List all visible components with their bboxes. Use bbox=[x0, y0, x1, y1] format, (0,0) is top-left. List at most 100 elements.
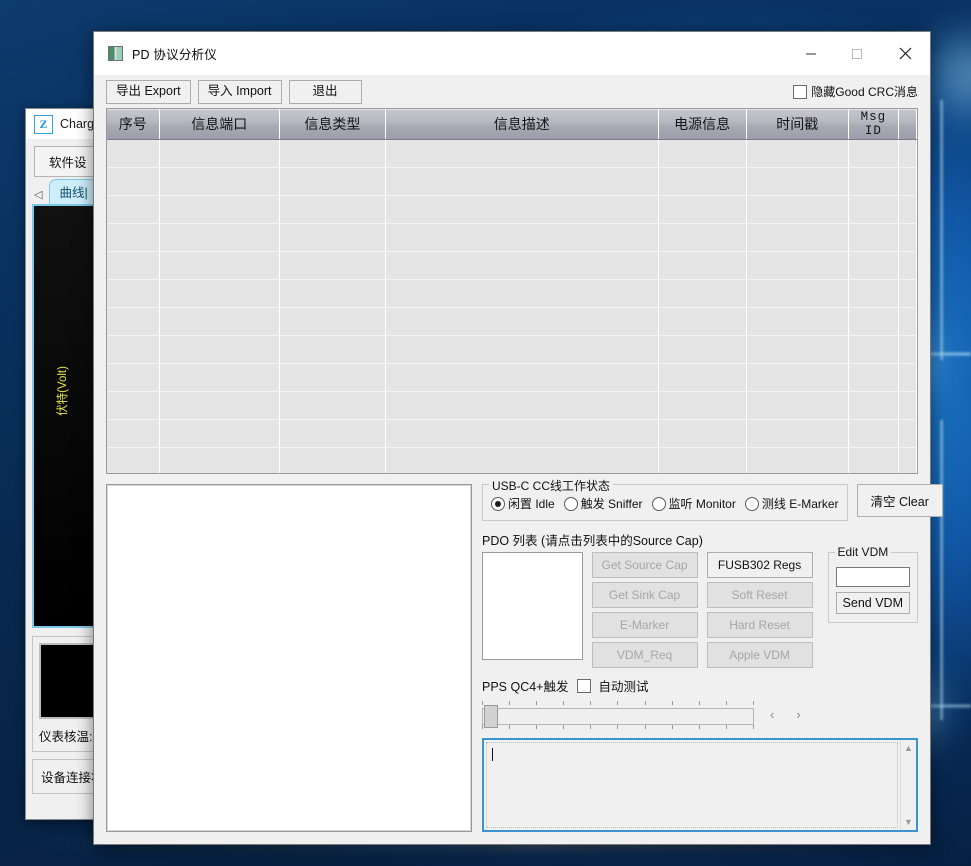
slider-tick bbox=[509, 701, 510, 705]
cc-mode-radio-option[interactable]: 测线 E-Marker bbox=[745, 495, 839, 512]
table-cell bbox=[107, 280, 159, 308]
checkbox-box-icon[interactable] bbox=[793, 85, 807, 99]
message-table[interactable]: 序号信息端口信息类型信息描述电源信息时间戳Msg ID bbox=[106, 108, 918, 474]
console-scrollbar[interactable]: ▲ ▼ bbox=[900, 740, 916, 830]
table-cell bbox=[746, 308, 848, 336]
cc-mode-radio-option[interactable]: 监听 Monitor bbox=[652, 495, 736, 512]
decoded-log-panel[interactable] bbox=[106, 484, 472, 832]
get-sink-cap-button[interactable]: Get Sink Cap bbox=[592, 582, 698, 608]
table-cell bbox=[386, 196, 659, 224]
table-cell bbox=[848, 336, 898, 364]
soft-reset-button[interactable]: Soft Reset bbox=[707, 582, 813, 608]
cc-mode-radio-option[interactable]: 闲置 Idle bbox=[491, 495, 555, 512]
window-titlebar[interactable]: PD 协议分析仪 bbox=[94, 32, 930, 75]
table-cell bbox=[898, 252, 916, 280]
table-row[interactable] bbox=[107, 392, 917, 420]
table-row[interactable] bbox=[107, 196, 917, 224]
table-row[interactable] bbox=[107, 280, 917, 308]
slider-prev-button[interactable]: ‹ bbox=[764, 707, 780, 722]
get-source-cap-button[interactable]: Get Source Cap bbox=[592, 552, 698, 578]
send-vdm-button[interactable]: Send VDM bbox=[836, 592, 910, 614]
radio-dot-icon[interactable] bbox=[745, 497, 759, 511]
slider-next-button[interactable]: › bbox=[790, 707, 806, 722]
hide-good-crc-checkbox[interactable]: 隐藏Good CRC消息 bbox=[793, 83, 918, 100]
cc-mode-radio-label: 触发 Sniffer bbox=[581, 495, 643, 512]
table-cell bbox=[658, 196, 746, 224]
export-button[interactable]: 导出 Export bbox=[106, 80, 191, 104]
pd-analyzer-window[interactable]: PD 协议分析仪 导出 Export 导入 Import 退出 隐藏Good C… bbox=[93, 31, 931, 845]
table-cell bbox=[107, 196, 159, 224]
table-cell bbox=[848, 168, 898, 196]
table-row[interactable] bbox=[107, 336, 917, 364]
table-cell bbox=[279, 364, 385, 392]
cc-mode-radio-option[interactable]: 触发 Sniffer bbox=[564, 495, 643, 512]
table-cell bbox=[279, 168, 385, 196]
radio-dot-icon[interactable] bbox=[491, 497, 505, 511]
tab-scroll-left-icon[interactable]: ◁ bbox=[32, 188, 46, 204]
table-column-header[interactable] bbox=[898, 109, 916, 140]
table-cell bbox=[658, 224, 746, 252]
e-marker-button[interactable]: E-Marker bbox=[592, 612, 698, 638]
clear-button[interactable]: 清空 Clear bbox=[857, 484, 943, 517]
vdm-input[interactable] bbox=[836, 567, 910, 587]
table-row[interactable] bbox=[107, 224, 917, 252]
slider-tick bbox=[590, 701, 591, 705]
radio-dot-icon[interactable] bbox=[652, 497, 666, 511]
cc-line-status-group: USB-C CC线工作状态 闲置 Idle触发 Sniffer监听 Monito… bbox=[482, 484, 848, 521]
table-cell bbox=[658, 140, 746, 168]
table-column-header[interactable]: 信息描述 bbox=[386, 109, 659, 140]
radio-dot-icon[interactable] bbox=[564, 497, 578, 511]
table-row[interactable] bbox=[107, 308, 917, 336]
table-cell bbox=[658, 392, 746, 420]
exit-button[interactable]: 退出 bbox=[289, 80, 362, 104]
message-table-grid: 序号信息端口信息类型信息描述电源信息时间戳Msg ID bbox=[107, 109, 917, 474]
maximize-button[interactable] bbox=[834, 32, 880, 75]
table-column-header[interactable]: Msg ID bbox=[848, 109, 898, 140]
hard-reset-button[interactable]: Hard Reset bbox=[707, 612, 813, 638]
table-row[interactable] bbox=[107, 364, 917, 392]
chart-y-axis-label: 伏特(Volt) bbox=[54, 366, 70, 416]
main-toolbar: 导出 Export 导入 Import 退出 隐藏Good CRC消息 bbox=[94, 75, 930, 108]
table-row[interactable] bbox=[107, 420, 917, 448]
table-row[interactable] bbox=[107, 140, 917, 168]
software-settings-button[interactable]: 软件设 bbox=[34, 146, 102, 177]
table-cell bbox=[159, 392, 279, 420]
slider-track[interactable] bbox=[482, 708, 754, 725]
pdo-list[interactable] bbox=[482, 552, 583, 660]
table-cell bbox=[159, 252, 279, 280]
command-console[interactable]: ▲ ▼ bbox=[482, 738, 918, 832]
table-column-header[interactable]: 信息端口 bbox=[159, 109, 279, 140]
pps-slider[interactable] bbox=[482, 699, 754, 729]
table-row[interactable] bbox=[107, 252, 917, 280]
auto-test-checkbox[interactable] bbox=[577, 679, 591, 693]
table-cell bbox=[386, 280, 659, 308]
import-button[interactable]: 导入 Import bbox=[198, 80, 282, 104]
table-row[interactable] bbox=[107, 168, 917, 196]
scroll-up-icon[interactable]: ▲ bbox=[904, 743, 913, 753]
tab-curve-view[interactable]: 曲线| bbox=[49, 179, 97, 204]
slider-tick bbox=[509, 725, 510, 729]
table-body[interactable] bbox=[107, 140, 917, 475]
slider-ticks-top bbox=[482, 701, 754, 705]
table-cell bbox=[386, 252, 659, 280]
table-column-header[interactable]: 信息类型 bbox=[279, 109, 385, 140]
table-cell bbox=[848, 140, 898, 168]
table-cell bbox=[159, 168, 279, 196]
console-text-area[interactable] bbox=[486, 742, 898, 828]
table-column-header[interactable]: 时间戳 bbox=[746, 109, 848, 140]
close-button[interactable] bbox=[880, 32, 930, 75]
slider-tick bbox=[645, 701, 646, 705]
table-cell bbox=[848, 420, 898, 448]
table-cell bbox=[658, 168, 746, 196]
table-cell bbox=[386, 392, 659, 420]
minimize-button[interactable] bbox=[788, 32, 834, 75]
cc-mode-radio-group[interactable]: 闲置 Idle 触发 Sniffer 监听 Monitor 测线 E-Marker bbox=[491, 495, 839, 512]
table-row[interactable] bbox=[107, 448, 917, 475]
table-column-header[interactable]: 电源信息 bbox=[658, 109, 746, 140]
table-column-header[interactable]: 序号 bbox=[107, 109, 159, 140]
apple-vdm-button[interactable]: Apple VDM bbox=[707, 642, 813, 668]
fusb302-regs-button[interactable]: FUSB302 Regs bbox=[707, 552, 813, 578]
table-cell bbox=[848, 224, 898, 252]
scroll-down-icon[interactable]: ▼ bbox=[904, 817, 913, 827]
vdm-req-button[interactable]: VDM_Req bbox=[592, 642, 698, 668]
